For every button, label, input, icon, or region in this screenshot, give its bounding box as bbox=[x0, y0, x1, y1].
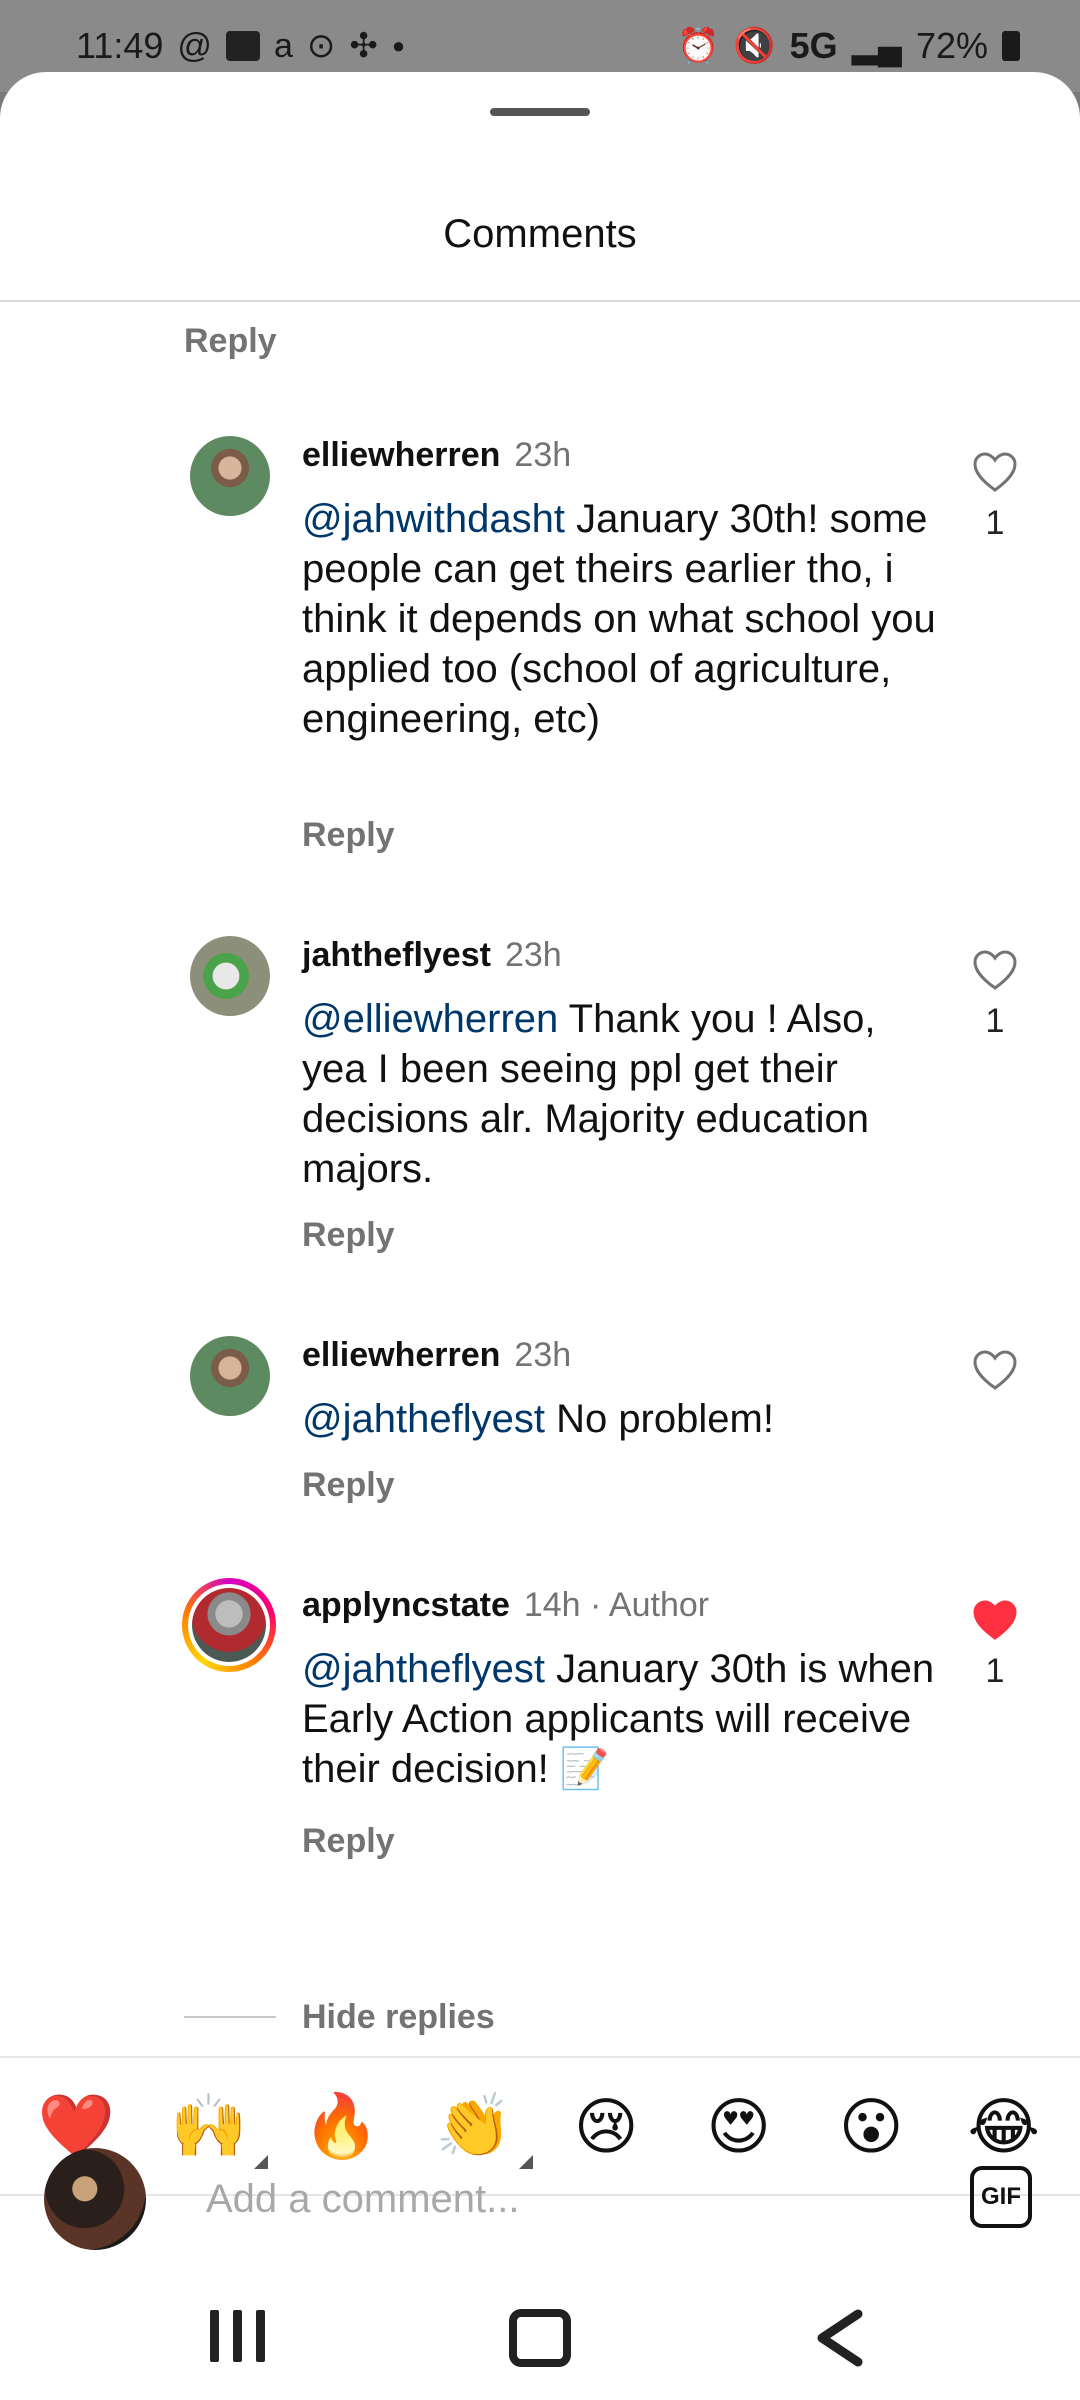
comments-sheet: Comments Reply elliewherren 23h @jahwithd… bbox=[0, 72, 1080, 2400]
heart-icon[interactable] bbox=[971, 450, 1019, 494]
reply-button[interactable]: Reply bbox=[302, 1466, 395, 1505]
like-count: 1 bbox=[985, 1652, 1005, 1690]
mention-link[interactable]: @jahwithdasht bbox=[302, 497, 565, 541]
comment-meta: elliewherren 23h bbox=[302, 436, 571, 475]
dot-icon: ● bbox=[391, 33, 406, 58]
author-tag: · Author bbox=[580, 1586, 710, 1624]
hide-replies-line bbox=[184, 2016, 276, 2018]
mute-icon: 🔇 bbox=[733, 27, 776, 65]
status-time: 11:49 bbox=[76, 25, 164, 66]
avatar bbox=[192, 1588, 266, 1662]
alarm-icon: ⏰ bbox=[676, 27, 720, 65]
avatar[interactable] bbox=[190, 1336, 270, 1416]
signal-icon: ▂▄ bbox=[851, 27, 902, 65]
heart-filled-icon[interactable] bbox=[971, 1598, 1019, 1642]
battery-icon bbox=[1002, 31, 1020, 61]
reply-button[interactable]: Reply bbox=[184, 322, 277, 361]
comment-body: No problem! bbox=[544, 1397, 774, 1441]
mention-link[interactable]: @elliewherren bbox=[302, 997, 558, 1041]
battery-label: 72% bbox=[915, 25, 988, 66]
like-count: 1 bbox=[985, 504, 1005, 542]
mention-link[interactable]: @jahtheflyest bbox=[302, 1647, 545, 1691]
threads-icon: @ bbox=[177, 26, 212, 65]
comment-text: @elliewherren Thank you ! Also, yea I be… bbox=[302, 994, 942, 1194]
status-left: 11:49 @ a ⊙ ✣ ● bbox=[76, 25, 405, 67]
system-nav-bar bbox=[0, 2274, 1080, 2400]
comment-time: 23h bbox=[514, 436, 572, 474]
my-avatar bbox=[44, 2148, 146, 2250]
pinwheel-icon: ✣ bbox=[349, 27, 378, 65]
username[interactable]: elliewherren bbox=[302, 1336, 500, 1374]
comment-meta: applyncstate 14h · Author bbox=[302, 1586, 709, 1625]
recent-apps-button[interactable] bbox=[206, 2308, 270, 2364]
username[interactable]: jahtheflyest bbox=[302, 936, 491, 974]
home-button[interactable] bbox=[508, 2308, 572, 2368]
comment-meta: jahtheflyest 23h bbox=[302, 936, 562, 975]
heart-icon[interactable] bbox=[971, 948, 1019, 992]
reply-button[interactable]: Reply bbox=[302, 1822, 395, 1861]
heart-icon[interactable] bbox=[971, 1348, 1019, 1392]
calendar-icon bbox=[225, 31, 260, 61]
status-right: ⏰ 🔇 5G ▂▄ 72% bbox=[677, 25, 1020, 67]
comment-input[interactable] bbox=[204, 2168, 908, 2230]
username[interactable]: applyncstate bbox=[302, 1586, 510, 1624]
like-control: 1 bbox=[970, 450, 1020, 543]
comment-time: 14h bbox=[523, 1586, 581, 1624]
reply-button[interactable]: Reply bbox=[302, 1216, 395, 1255]
sheet-title: Comments bbox=[443, 212, 637, 256]
like-control: 1 bbox=[970, 1598, 1020, 1691]
back-icon bbox=[817, 2309, 863, 2367]
drag-handle[interactable] bbox=[490, 108, 590, 116]
reply-button[interactable]: Reply bbox=[302, 816, 395, 855]
comment-meta: elliewherren 23h bbox=[302, 1336, 571, 1375]
network-label: 5G bbox=[789, 25, 838, 66]
home-icon bbox=[509, 2309, 571, 2367]
like-control bbox=[970, 1348, 1020, 1402]
recent-apps-icon bbox=[210, 2310, 265, 2362]
comment-text: @jahwithdasht January 30th! some people … bbox=[302, 494, 942, 744]
avatar[interactable] bbox=[190, 936, 270, 1016]
comment-time: 23h bbox=[514, 1336, 572, 1374]
comment-text: @jahtheflyest No problem! bbox=[302, 1394, 942, 1444]
comment-text: @jahtheflyest January 30th is when Early… bbox=[302, 1644, 942, 1794]
gif-button[interactable]: GIF bbox=[970, 2166, 1032, 2228]
hide-replies-button[interactable]: Hide replies bbox=[302, 1998, 495, 2037]
avatar[interactable] bbox=[190, 436, 270, 516]
header-divider bbox=[0, 300, 1080, 302]
avatar-inner bbox=[188, 1584, 270, 1666]
comment-time: 23h bbox=[504, 936, 562, 974]
username[interactable]: elliewherren bbox=[302, 436, 500, 474]
story-ring-avatar[interactable] bbox=[182, 1578, 276, 1672]
like-count: 1 bbox=[985, 1002, 1005, 1040]
back-button[interactable] bbox=[812, 2308, 868, 2368]
like-control: 1 bbox=[970, 948, 1020, 1041]
amazon-icon: a bbox=[273, 26, 293, 65]
comment-composer: GIF bbox=[0, 2124, 1080, 2274]
record-icon: ⊙ bbox=[306, 27, 336, 65]
mention-link[interactable]: @jahtheflyest bbox=[302, 1397, 545, 1441]
